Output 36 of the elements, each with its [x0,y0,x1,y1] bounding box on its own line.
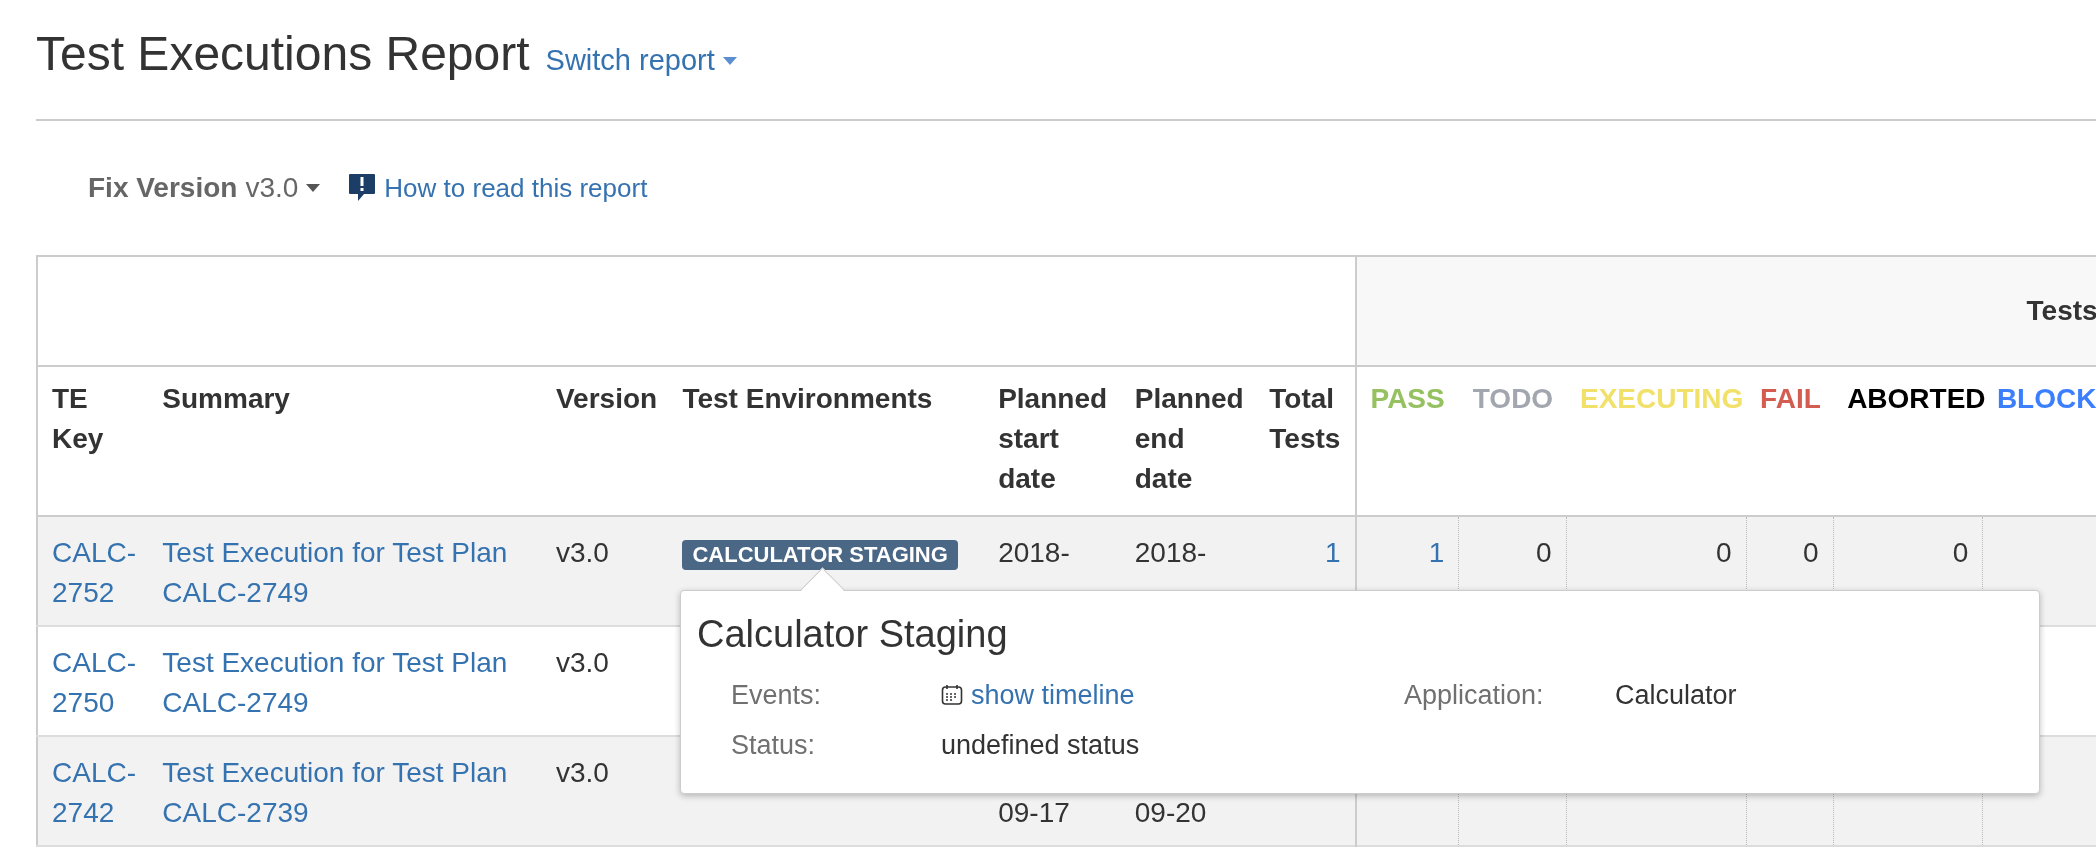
help-comment-icon [348,173,377,203]
application-value: Calculator [1615,679,1738,712]
fix-version-filter[interactable]: Fix Version v3.0 [88,172,321,204]
status-value: undefined status [941,729,1141,762]
date-text: 2018- [1134,537,1207,568]
calendar-icon [941,684,963,706]
popover-title: Calculator Staging [697,612,1008,657]
count-text: 0 [1803,537,1819,568]
issue-key-link[interactable]: CALC-2750 [52,643,135,723]
version-text: v3.0 [555,537,609,568]
count-link[interactable]: 1 [1428,537,1445,568]
environment-tag[interactable]: CALCULATOR STAGING [682,540,958,570]
count-text: 0 [1716,537,1732,568]
summary-link[interactable]: Test Execution for Test Plan CALC-2749 [162,533,528,613]
summary-link[interactable]: Test Execution for Test Plan CALC-2739 [162,753,528,833]
date-text: 2018- [998,537,1070,568]
issue-key-link[interactable]: CALC-2752 [52,533,135,613]
date-text: 09-17 [998,797,1070,828]
version-text: v3.0 [555,757,609,788]
help-link[interactable]: How to read this report [348,172,648,204]
switch-report-link[interactable]: Switch report [545,44,737,77]
issue-key-link[interactable]: CALC-2742 [52,753,135,833]
events-label: Events: [731,679,823,712]
status-label: Status: [731,729,817,762]
show-timeline-link[interactable]: show timeline [941,675,1404,715]
application-label: Application: [1404,679,1545,712]
total-tests-link[interactable]: 1 [1324,537,1341,568]
caret-icon [722,56,737,65]
count-text: 0 [1952,537,1969,568]
group-header: Tests [2026,295,2096,327]
summary-link[interactable]: Test Execution for Test Plan CALC-2749 [162,643,528,723]
date-text: 09-20 [1134,797,1207,828]
caret-icon [306,184,321,192]
count-text: 0 [1535,537,1552,568]
page-title: Test Executions Report [36,26,530,81]
version-text: v3.0 [555,647,609,678]
